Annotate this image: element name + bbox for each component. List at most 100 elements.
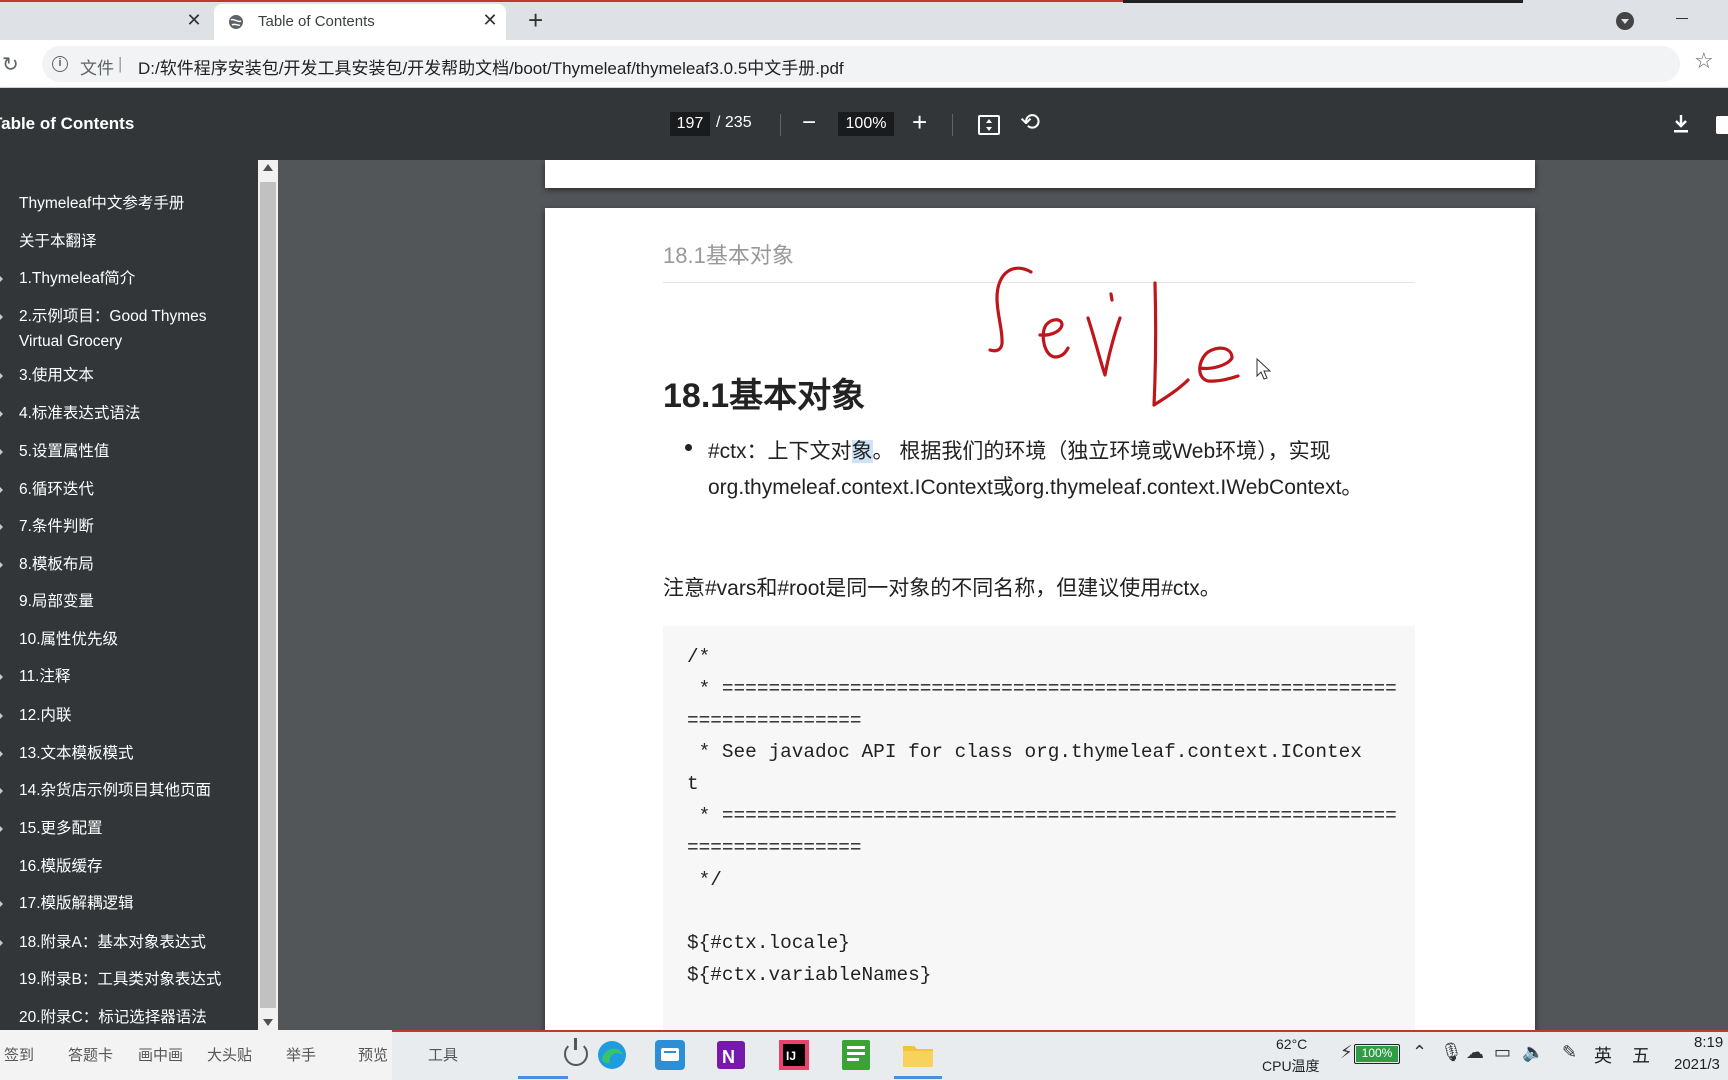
clock-time[interactable]: 8:19 bbox=[1694, 1034, 1723, 1051]
plug-icon: ⚡ bbox=[1340, 1042, 1353, 1062]
chevron-up-icon[interactable]: ⌃ bbox=[1412, 1042, 1427, 1063]
running-head: 18.1基本对象 bbox=[663, 243, 794, 268]
battery-icon[interactable]: ▭ bbox=[1494, 1042, 1511, 1063]
toc-item[interactable]: 15.更多配置 bbox=[19, 816, 229, 841]
page-number-input[interactable]: 197 bbox=[670, 112, 710, 136]
classroom-tool-button[interactable]: 举手 bbox=[286, 1044, 316, 1065]
toc-item[interactable]: 4.标准表达式语法 bbox=[19, 401, 229, 426]
power-icon[interactable] bbox=[564, 1038, 588, 1066]
microphone-icon[interactable]: 🎙 bbox=[1440, 1042, 1463, 1063]
battery-percent: 100% bbox=[1361, 1046, 1393, 1060]
toc-sidebar: Thymeleaf中文参考手册 关于本翻译 1.Thymeleaf简介 2.示例项目：… bbox=[0, 160, 258, 1030]
svg-text:N: N bbox=[722, 1047, 735, 1067]
tab-active[interactable]: Table of Contents ✕ bbox=[214, 4, 506, 40]
notepad-icon[interactable] bbox=[838, 1037, 874, 1073]
pdf-title: Table of Contents bbox=[0, 114, 135, 133]
app-store-icon[interactable] bbox=[652, 1037, 688, 1073]
toc-item[interactable]: 20.附录C：标记选择器语法 bbox=[19, 1005, 229, 1030]
toc-item[interactable]: 12.内联 bbox=[19, 703, 229, 728]
toc-item[interactable]: 5.设置属性值 bbox=[19, 439, 229, 464]
pdf-viewer[interactable]: 18.1基本对象 18.1基本对象 #ctx：上下文对象。 根据我们的环境（独立… bbox=[278, 160, 1728, 1030]
reload-icon[interactable]: ↻ bbox=[2, 52, 19, 77]
toc-item[interactable]: 2.示例项目：Good Thymes Virtual Grocery bbox=[19, 304, 229, 354]
toc-item[interactable]: 18.附录A：基本对象表达式 bbox=[19, 930, 229, 955]
chevron-right-icon[interactable] bbox=[0, 786, 3, 796]
chevron-right-icon[interactable] bbox=[0, 711, 3, 721]
volume-icon[interactable]: 🔈 bbox=[1522, 1042, 1544, 1063]
cloud-icon[interactable]: ☁ bbox=[1466, 1042, 1484, 1063]
toc-item[interactable]: 11.注释 bbox=[19, 664, 229, 689]
close-icon[interactable]: ✕ bbox=[186, 11, 202, 29]
battery-indicator[interactable]: 100% bbox=[1354, 1044, 1400, 1064]
toc-item[interactable]: 7.条件判断 bbox=[19, 514, 229, 539]
chevron-right-icon[interactable] bbox=[0, 409, 3, 419]
download-icon[interactable] bbox=[1672, 114, 1690, 134]
url-text[interactable]: D:/软件程序安装包/开发工具安装包/开发帮助文档/boot/Thymeleaf… bbox=[138, 54, 844, 79]
toc-item[interactable]: 14.杂货店示例项目其他页面 bbox=[19, 778, 229, 803]
tab-search-icon[interactable] bbox=[1616, 12, 1634, 30]
zoom-out-button[interactable]: − bbox=[802, 110, 816, 136]
zoom-in-button[interactable]: + bbox=[912, 108, 927, 136]
code-block: /* * ===================================… bbox=[663, 626, 1415, 1030]
minimize-icon[interactable] bbox=[1676, 18, 1688, 19]
classroom-tool-button[interactable]: 工具 bbox=[428, 1044, 458, 1065]
chevron-right-icon[interactable] bbox=[0, 274, 3, 284]
classroom-tool-button[interactable]: 预览 bbox=[358, 1044, 388, 1065]
toc-item[interactable]: 9.局部变量 bbox=[19, 589, 229, 614]
edge-icon[interactable] bbox=[594, 1037, 630, 1073]
classroom-tool-button[interactable]: 大头贴 bbox=[207, 1044, 252, 1065]
file-explorer-icon[interactable] bbox=[900, 1037, 936, 1073]
sidebar-scrollbar[interactable] bbox=[258, 160, 278, 1030]
chevron-right-icon[interactable] bbox=[0, 522, 3, 532]
omnibox[interactable]: i 文件 | D:/软件程序安装包/开发工具安装包/开发帮助文档/boot/Th… bbox=[42, 46, 1680, 82]
active-app-indicator bbox=[894, 1076, 942, 1079]
classroom-tool-button[interactable]: 签到 bbox=[4, 1044, 34, 1065]
toc-item[interactable]: 3.使用文本 bbox=[19, 363, 229, 388]
section-heading: 18.1基本对象 bbox=[663, 377, 866, 415]
toolbar-divider bbox=[780, 114, 781, 136]
chevron-right-icon[interactable] bbox=[0, 485, 3, 495]
classroom-tool-button[interactable]: 画中画 bbox=[138, 1044, 183, 1065]
toc-item[interactable]: 16.模版缓存 bbox=[19, 854, 229, 879]
chevron-right-icon[interactable] bbox=[0, 371, 3, 381]
ime-language[interactable]: 英 bbox=[1594, 1042, 1612, 1068]
chevron-right-icon[interactable] bbox=[0, 824, 3, 834]
scroll-thumb[interactable] bbox=[260, 182, 276, 1008]
toc-item[interactable]: 关于本翻译 bbox=[19, 229, 229, 254]
toc-item[interactable]: 13.文本模板模式 bbox=[19, 741, 229, 766]
tab-previous[interactable]: ✕ bbox=[0, 4, 210, 40]
toc-item[interactable]: 1.Thymeleaf简介 bbox=[19, 266, 229, 291]
page-total: / 235 bbox=[716, 114, 752, 131]
address-scheme-label: 文件 bbox=[80, 59, 114, 78]
chevron-right-icon[interactable] bbox=[0, 560, 3, 570]
toc-item[interactable]: Thymeleaf中文参考手册 bbox=[19, 191, 229, 216]
chevron-right-icon[interactable] bbox=[0, 749, 3, 759]
chevron-right-icon[interactable] bbox=[0, 938, 3, 948]
toc-item[interactable]: 19.附录B：工具类对象表达式 bbox=[19, 967, 229, 992]
toc-item[interactable]: 8.模板布局 bbox=[19, 552, 229, 577]
toc-item[interactable]: 6.循环迭代 bbox=[19, 477, 229, 502]
classroom-tool-button[interactable]: 答题卡 bbox=[68, 1044, 113, 1065]
onenote-icon[interactable]: N bbox=[714, 1037, 750, 1073]
info-icon[interactable]: i bbox=[52, 56, 68, 72]
zoom-input[interactable]: 100% bbox=[838, 112, 894, 136]
new-tab-button[interactable]: + bbox=[528, 7, 543, 33]
toc-item[interactable]: 10.属性优先级 bbox=[19, 627, 229, 652]
chevron-right-icon[interactable] bbox=[0, 672, 3, 682]
chevron-right-icon[interactable] bbox=[0, 899, 3, 909]
bookmark-star-icon[interactable]: ☆ bbox=[1694, 48, 1714, 74]
tab-strip: ✕ Table of Contents ✕ + bbox=[0, 0, 1728, 40]
toc-item[interactable]: 17.模版解耦逻辑 bbox=[19, 891, 229, 916]
pen-icon[interactable]: ✎ bbox=[1562, 1042, 1577, 1063]
ime-mode[interactable]: 五 bbox=[1632, 1042, 1650, 1068]
print-icon[interactable] bbox=[1716, 116, 1728, 134]
fit-page-icon[interactable] bbox=[978, 115, 1000, 135]
chevron-right-icon[interactable] bbox=[0, 447, 3, 457]
chevron-right-icon[interactable] bbox=[0, 312, 3, 322]
clock-date[interactable]: 2021/3 bbox=[1674, 1056, 1720, 1073]
close-icon[interactable]: ✕ bbox=[482, 11, 498, 29]
scroll-up-icon[interactable] bbox=[263, 164, 273, 171]
scroll-down-icon[interactable] bbox=[263, 1019, 273, 1026]
rotate-icon[interactable]: ⟲ bbox=[1020, 110, 1040, 136]
intellij-icon[interactable]: IJ bbox=[776, 1037, 812, 1073]
